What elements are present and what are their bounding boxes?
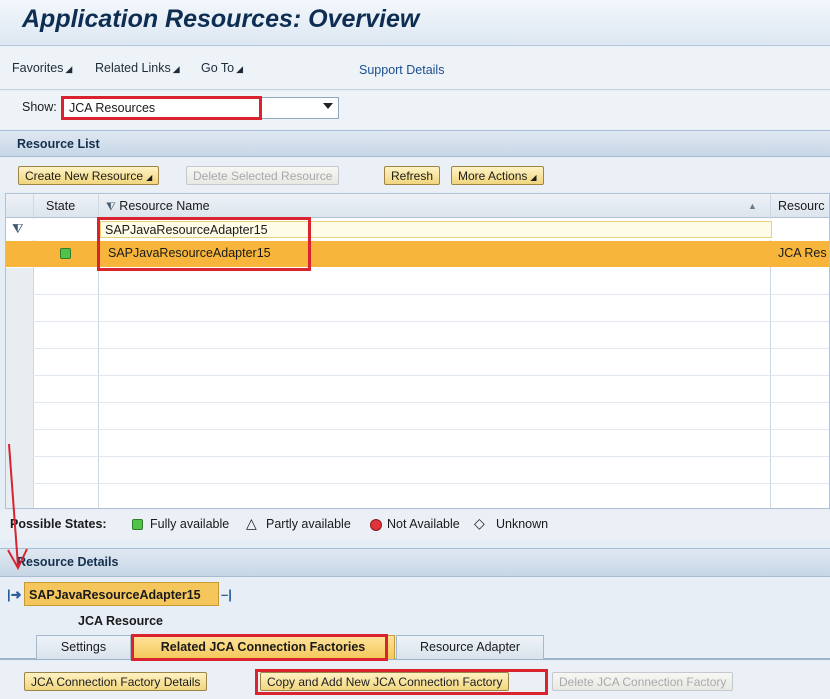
legend-partly-available: Partly available: [266, 517, 351, 531]
dropdown-arrow-icon: ◢: [172, 64, 180, 74]
status-green-icon: [60, 248, 71, 259]
menu-related-links-label: Related Links: [95, 61, 171, 75]
column-header-resource-name-label: Resource Name: [119, 199, 210, 213]
dropdown-arrow-icon: ◢: [146, 173, 153, 182]
row-divider: [6, 348, 829, 349]
status-yellow-triangle-icon: △: [246, 515, 257, 531]
tab-resource-adapter[interactable]: Resource Adapter: [396, 635, 544, 659]
resource-table: State ⧨ Resource Name ▲ Resourc ⧨ SAPJav…: [5, 193, 830, 509]
row-divider: [6, 375, 829, 376]
resource-list-toolbar: Create New Resource ◢ Delete Selected Res…: [0, 158, 830, 192]
column-header-resource-type[interactable]: Resourc: [778, 199, 825, 213]
status-green-icon: [132, 519, 143, 530]
row-divider: [6, 321, 829, 322]
status-unknown-diamond-icon: ◇: [474, 515, 485, 531]
create-new-resource-button[interactable]: Create New Resource ◢: [18, 166, 160, 185]
connection-factory-toolbar: JCA Connection Factory Details Copy and …: [0, 661, 830, 699]
resource-type-cell: JCA Res: [778, 246, 827, 260]
support-details-link[interactable]: Support Details: [359, 63, 444, 77]
show-label: Show:: [22, 100, 57, 114]
more-actions-label: More Actions: [458, 169, 528, 183]
detail-tabs: Settings Related JCA Connection Factorie…: [0, 633, 830, 661]
row-divider: [6, 483, 829, 484]
delete-jca-connection-factory-button[interactable]: Delete JCA Connection Factory: [552, 672, 734, 691]
collapse-icon[interactable]: –|: [221, 587, 232, 602]
more-actions-button[interactable]: More Actions ◢: [451, 166, 544, 185]
highlight-box: [131, 634, 388, 661]
row-divider: [6, 429, 829, 430]
jca-connection-factory-details-button[interactable]: JCA Connection Factory Details: [24, 672, 208, 691]
filter-icon[interactable]: ⧨: [12, 221, 24, 237]
row-divider: [6, 456, 829, 457]
menu-favorites-label: Favorites: [12, 61, 64, 75]
menu-go-to-label: Go To: [201, 61, 235, 75]
possible-states-legend: Possible States: Fully available △ Partl…: [0, 510, 830, 540]
chevron-down-icon[interactable]: [323, 103, 333, 109]
column-header-state[interactable]: State: [46, 199, 75, 213]
resource-name-badge: SAPJavaResourceAdapter15: [24, 582, 219, 606]
annotation-arrow-shaft: [8, 443, 19, 567]
highlight-box: [61, 96, 262, 120]
delete-selected-resource-button[interactable]: Delete Selected Resource: [186, 166, 340, 185]
row-divider: [6, 402, 829, 403]
title-bar: Application Resources: Overview: [0, 0, 830, 46]
menu-favorites[interactable]: Favorites ◢: [12, 61, 72, 75]
page-title: Application Resources: Overview: [22, 5, 420, 33]
show-row: Show: JCA Resources: [0, 91, 830, 129]
highlight-box: [97, 217, 311, 271]
column-header-resource-name[interactable]: ⧨ Resource Name: [106, 199, 210, 214]
menu-bar: Favorites ◢ Related Links ◢ Go To ◢ Support…: [0, 47, 830, 90]
sort-ascending-icon[interactable]: ▲: [748, 201, 757, 211]
highlight-box: [255, 669, 548, 695]
create-new-resource-label: Create New Resource: [25, 169, 144, 183]
status-red-icon: [370, 519, 382, 531]
refresh-button[interactable]: Refresh: [384, 166, 441, 185]
legend-fully-available: Fully available: [150, 517, 230, 531]
resource-details-area: |➜ SAPJavaResourceAdapter15 –| JCA Resou…: [0, 578, 830, 633]
annotation-arrow: [7, 443, 28, 571]
dropdown-arrow-icon: ◢: [530, 173, 537, 182]
legend-unknown: Unknown: [496, 517, 549, 531]
table-header: State ⧨ Resource Name ▲ Resourc: [6, 194, 829, 218]
menu-related-links[interactable]: Related Links ◢: [95, 61, 180, 75]
legend-not-available: Not Available: [387, 517, 460, 531]
row-divider: [6, 294, 829, 295]
dropdown-arrow-icon: ◢: [65, 64, 73, 74]
filter-icon: ⧨: [106, 201, 116, 213]
resource-details-heading: Resource Details: [0, 548, 830, 577]
resource-list-heading: Resource List: [0, 130, 830, 157]
tab-settings[interactable]: Settings: [36, 635, 131, 659]
dropdown-arrow-icon: ◢: [236, 64, 244, 74]
menu-go-to[interactable]: Go To ◢: [201, 61, 243, 75]
resource-type-label: JCA Resource: [78, 614, 163, 628]
